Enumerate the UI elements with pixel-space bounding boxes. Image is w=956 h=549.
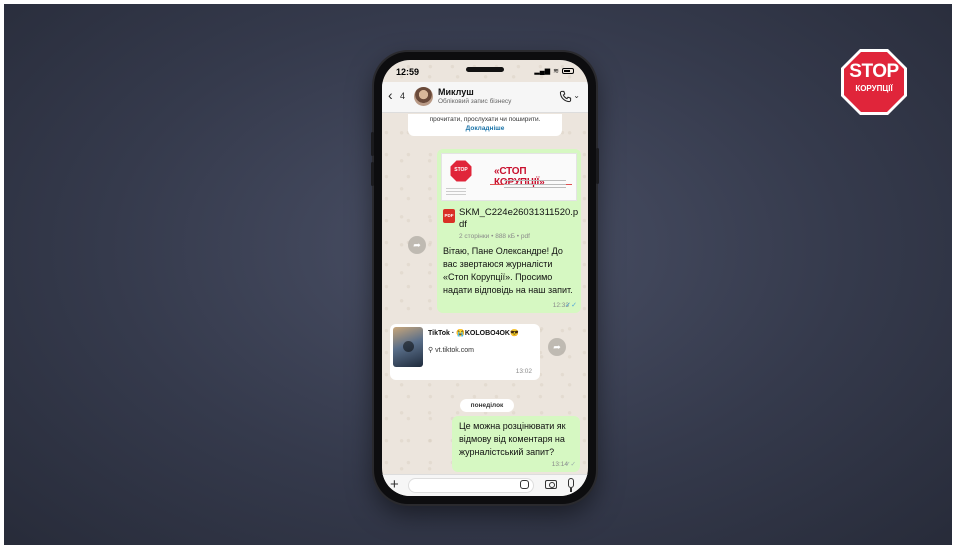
avatar[interactable] <box>414 87 433 106</box>
pdf-message[interactable]: STOP «СТОП КОРУПЦІЇ» PDF SKM_C224e260313… <box>437 149 581 313</box>
read-receipt-icon: ✓✓ <box>565 302 577 309</box>
wifi-icon: ≋ <box>553 68 559 75</box>
preview-text-lines <box>504 180 566 191</box>
last-message-text: Це можна розцінювати як відмову від коме… <box>459 421 566 457</box>
message-input[interactable] <box>408 478 534 493</box>
pdf-file-meta: 2 сторінки • 888 кБ • pdf <box>459 233 530 240</box>
pdf-preview-thumbnail[interactable]: STOP «СТОП КОРУПЦІЇ» <box>441 153 577 201</box>
tiktok-link-text[interactable]: vt.tiktok.com <box>435 347 474 354</box>
tiktok-message-time: 13:02 <box>515 368 532 375</box>
power-button <box>596 148 599 184</box>
plus-icon[interactable]: + <box>390 477 399 493</box>
last-outgoing-message[interactable]: Це можна розцінювати як відмову від коме… <box>452 416 580 472</box>
learn-more-link[interactable]: Докладніше <box>408 125 562 132</box>
play-icon <box>403 341 414 352</box>
tiktok-link[interactable]: ⚲ vt.tiktok.com <box>428 346 474 354</box>
message-input-bar: + <box>382 474 588 496</box>
phone-device: 12:59 ▂▄▆ ≋ ‹ 4 Миклуш Обліковий запис б… <box>371 52 599 504</box>
contact-subtitle: Обліковий запис бізнесу <box>438 98 512 105</box>
pdf-file-icon: PDF <box>443 209 455 223</box>
microphone-stand <box>570 488 572 492</box>
back-chevron-icon[interactable]: ‹ <box>388 88 393 102</box>
info-card-text: прочитати, прослухати чи поширити. <box>429 116 541 123</box>
status-time: 12:59 <box>396 67 420 77</box>
day-separator: понеділок <box>460 399 514 412</box>
logo-stop-text: STOP <box>849 61 899 82</box>
tiktok-title: TikTok · 😭KOLOBO4OK😎 <box>428 330 519 337</box>
phone-call-icon[interactable] <box>559 90 572 103</box>
chevron-down-icon[interactable]: ⌄ <box>573 91 580 100</box>
pdf-file-name[interactable]: SKM_C224e26031311520.pdf <box>459 207 579 231</box>
forward-icon[interactable]: ➦ <box>548 338 566 356</box>
pdf-file-row[interactable]: PDF SKM_C224e26031311520.pdf 2 сторінки … <box>441 205 579 240</box>
preview-logo-text: STOP <box>454 167 468 173</box>
logo-subtitle: КОРУПЦІЇ <box>855 84 893 93</box>
delivered-receipt-icon: ✓✓ <box>565 461 576 468</box>
forward-icon[interactable]: ➦ <box>408 236 426 254</box>
back-unread-count[interactable]: 4 <box>400 91 405 101</box>
volume-up-button <box>371 132 374 156</box>
stop-corruption-logo: STOP КОРУПЦІЇ <box>840 48 908 116</box>
octagon-icon <box>841 49 907 115</box>
pdf-message-text: Вітаю, Пане Олександре! До вас звертаюся… <box>443 246 573 295</box>
sticker-icon[interactable] <box>520 480 529 489</box>
message-info-card: прочитати, прослухати чи поширити. Докла… <box>408 114 562 136</box>
chat-screen: 12:59 ▂▄▆ ≋ ‹ 4 Миклуш Обліковий запис б… <box>382 60 588 496</box>
volume-down-button <box>371 162 374 186</box>
camera-icon[interactable] <box>545 480 557 489</box>
chat-header: ‹ 4 Миклуш Обліковий запис бізнесу ⌄ <box>382 82 588 113</box>
status-icons: ▂▄▆ ≋ <box>534 67 574 75</box>
tiktok-link-message[interactable]: TikTok · 😭KOLOBO4OK😎 ⚲ vt.tiktok.com 13:… <box>390 324 540 380</box>
dynamic-island <box>466 67 504 72</box>
microphone-icon[interactable] <box>568 478 574 488</box>
preview-footer-lines <box>446 188 466 197</box>
tiktok-thumbnail[interactable] <box>393 327 423 367</box>
contact-name[interactable]: Миклуш <box>438 87 474 97</box>
signal-icon: ▂▄▆ <box>534 68 551 75</box>
status-bar: 12:59 ▂▄▆ ≋ <box>382 60 588 82</box>
battery-icon <box>562 68 574 74</box>
